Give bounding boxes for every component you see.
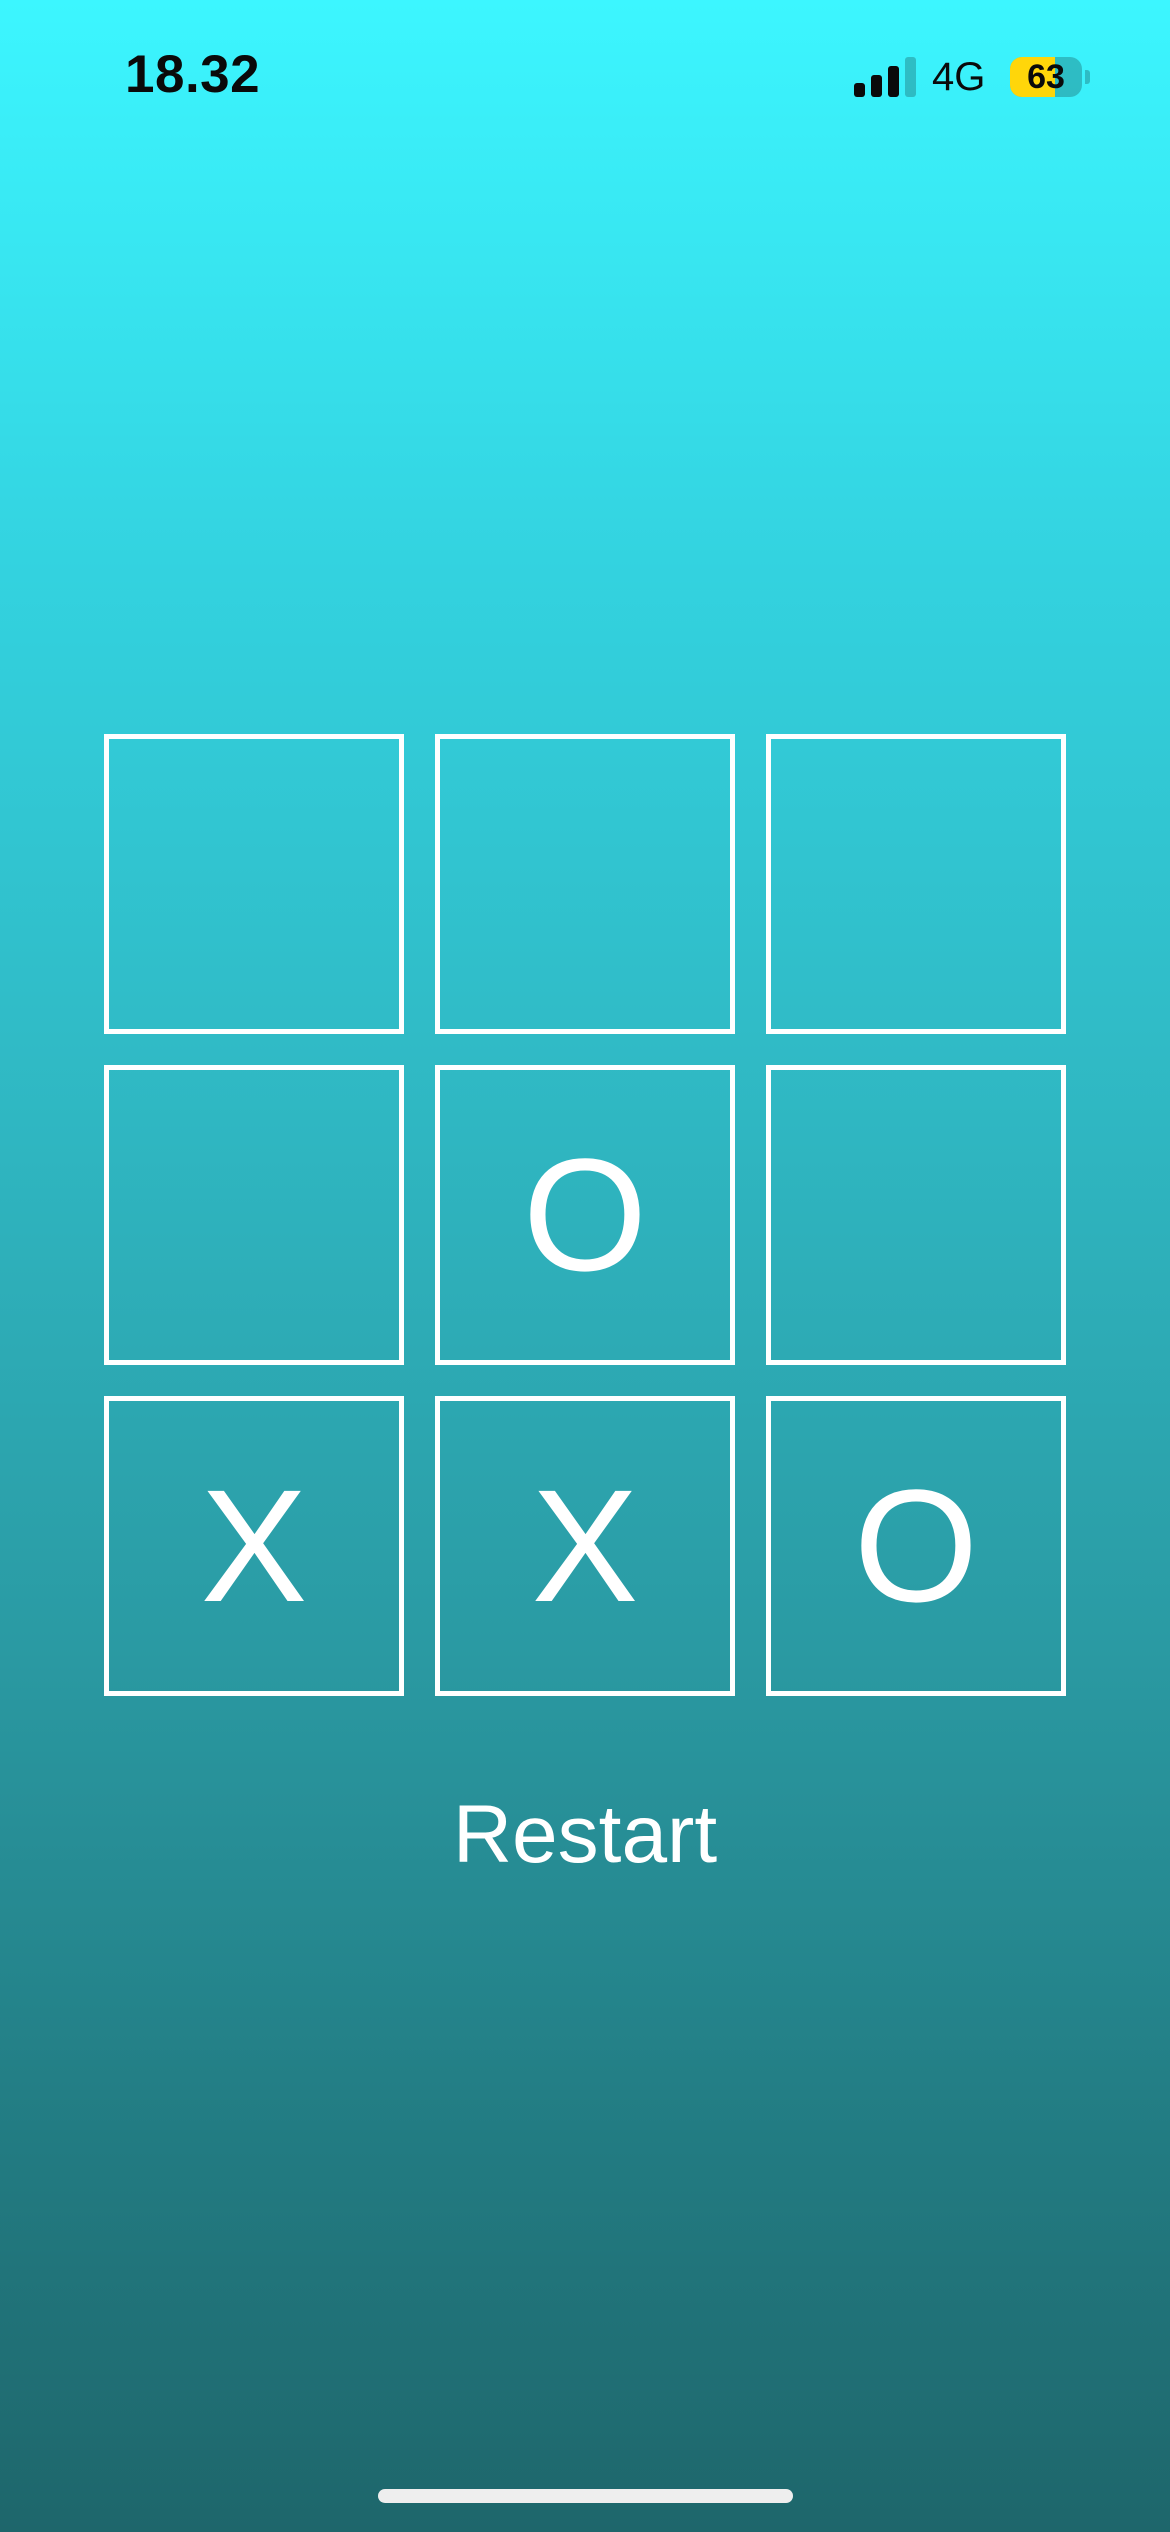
restart-button[interactable]: Restart xyxy=(385,1780,785,1890)
signal-bar-1 xyxy=(854,83,865,97)
cellular-signal-icon xyxy=(854,57,916,97)
signal-bar-2 xyxy=(871,75,882,97)
cell-top-left[interactable] xyxy=(104,734,404,1034)
status-time: 18.32 xyxy=(125,45,261,104)
home-indicator[interactable] xyxy=(378,2489,793,2503)
cell-middle-left[interactable] xyxy=(104,1065,404,1365)
battery-icon: 63 xyxy=(1010,57,1082,97)
cell-middle-right[interactable] xyxy=(766,1065,1066,1365)
battery-level: 63 xyxy=(1027,58,1065,96)
cell-center[interactable]: O xyxy=(435,1065,735,1365)
signal-bar-3 xyxy=(888,66,899,97)
cell-bottom-right[interactable]: O xyxy=(766,1396,1066,1696)
cell-top-right[interactable] xyxy=(766,734,1066,1034)
cell-bottom-left[interactable]: X xyxy=(104,1396,404,1696)
battery-tip xyxy=(1085,70,1090,84)
cell-top-center[interactable] xyxy=(435,734,735,1034)
tic-tac-toe-board: O X X O xyxy=(104,734,1067,1697)
signal-bar-4 xyxy=(905,57,916,97)
network-type: 4G xyxy=(932,55,986,99)
cell-bottom-center[interactable]: X xyxy=(435,1396,735,1696)
game-screen: 18.32 4G 63 O X X O Restart xyxy=(0,0,1170,2532)
